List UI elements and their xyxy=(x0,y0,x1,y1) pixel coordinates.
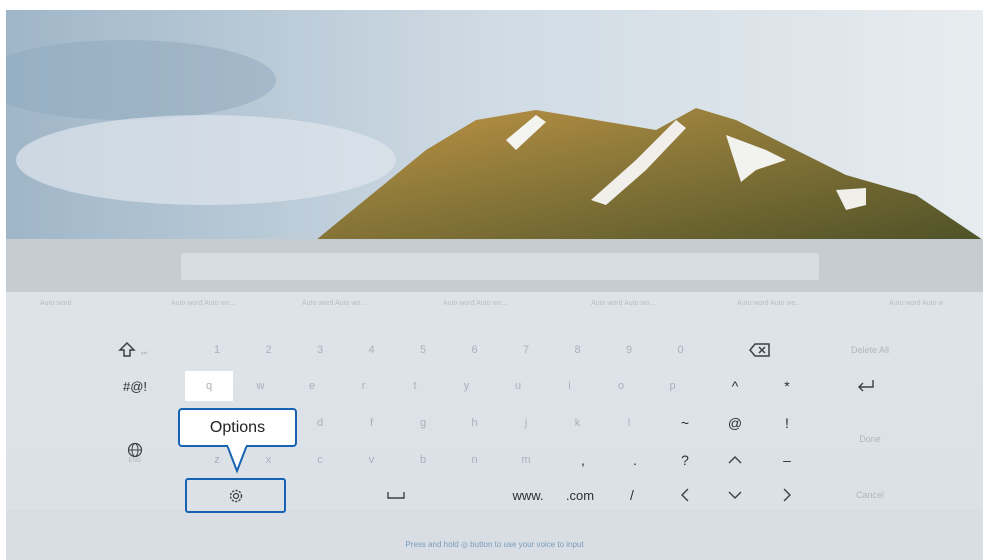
letter-key[interactable]: u xyxy=(494,371,542,401)
caret-up-key[interactable] xyxy=(711,445,759,475)
right-arrow-key[interactable] xyxy=(763,480,811,510)
backspace-key[interactable] xyxy=(738,335,782,365)
letter-key[interactable]: m xyxy=(502,445,550,475)
punct-key[interactable]: ! xyxy=(763,408,811,438)
punct-key[interactable]: ^ xyxy=(711,371,759,401)
backspace-icon xyxy=(749,343,770,357)
suggestion-item[interactable]: Auto word Auto wo... xyxy=(302,300,366,307)
letter-key[interactable]: y xyxy=(443,371,491,401)
delete-all-key[interactable]: Delete All xyxy=(830,335,910,365)
symbols-key[interactable]: #@! xyxy=(111,371,159,401)
letter-key[interactable]: r xyxy=(340,371,388,401)
letter-key[interactable]: w xyxy=(237,371,285,401)
letter-key[interactable]: 1 xyxy=(193,335,241,365)
letter-key[interactable]: b xyxy=(399,445,447,475)
suggestion-item[interactable]: Auto word Auto w xyxy=(889,300,943,307)
letter-key[interactable]: v xyxy=(348,445,396,475)
letter-key[interactable]: 8 xyxy=(554,335,602,365)
cancel-key[interactable]: Cancel xyxy=(830,480,910,510)
gear-icon xyxy=(229,489,242,502)
language-key[interactable]: ENG xyxy=(111,438,159,468)
enter-icon xyxy=(858,380,874,392)
shift-icon: ⏭ xyxy=(118,341,148,357)
letter-key[interactable]: p xyxy=(649,371,697,401)
options-button[interactable] xyxy=(185,478,286,513)
suggestion-item[interactable]: Auto word Auto wo... xyxy=(443,300,507,307)
tv-screen: Auto word Auto word Auto wo... Auto word… xyxy=(6,10,983,560)
letter-key[interactable]: 7 xyxy=(502,335,550,365)
letter-key[interactable]: 2 xyxy=(245,335,293,365)
letter-key[interactable]: t xyxy=(391,371,439,401)
punct-key[interactable]: . xyxy=(611,445,659,475)
letter-key[interactable]: n xyxy=(451,445,499,475)
letter-key[interactable]: i xyxy=(546,371,594,401)
punct-key[interactable]: , xyxy=(559,445,607,475)
svg-text:⏭: ⏭ xyxy=(141,350,148,357)
suggestion-item[interactable]: Auto word Auto wo... xyxy=(171,300,235,307)
letter-key[interactable]: c xyxy=(296,445,344,475)
punct-key[interactable]: ~ xyxy=(661,408,709,438)
punct-key[interactable]: * xyxy=(763,371,811,401)
letter-key[interactable]: l xyxy=(605,408,653,438)
letter-key[interactable]: k xyxy=(554,408,602,438)
done-key[interactable]: Done xyxy=(830,424,910,454)
dotcom-key[interactable]: .com xyxy=(556,480,604,510)
letter-key[interactable]: d xyxy=(296,408,344,438)
down-arrow-key[interactable] xyxy=(711,480,759,510)
letter-key[interactable]: q xyxy=(185,371,233,401)
punct-key[interactable]: @ xyxy=(711,408,759,438)
letter-key[interactable]: j xyxy=(502,408,550,438)
shift-key[interactable]: ⏭ xyxy=(111,335,159,365)
space-icon xyxy=(387,492,405,499)
letter-key[interactable]: o xyxy=(597,371,645,401)
suggestion-bar: Auto word Auto word Auto wo... Auto word… xyxy=(6,292,983,318)
tooltip-label: Options xyxy=(209,418,266,436)
letter-key[interactable]: 6 xyxy=(451,335,499,365)
letter-key[interactable]: 5 xyxy=(399,335,447,365)
language-label: ENG xyxy=(128,458,142,464)
options-tooltip: Options xyxy=(178,408,297,447)
tooltip-pointer xyxy=(226,445,248,474)
punct-key[interactable]: ? xyxy=(661,445,709,475)
enter-key[interactable] xyxy=(836,371,896,401)
chevron-up-icon xyxy=(728,456,742,464)
left-arrow-key[interactable] xyxy=(661,480,709,510)
letter-key[interactable]: 0 xyxy=(657,335,705,365)
letter-key[interactable]: e xyxy=(288,371,336,401)
letter-key[interactable]: 3 xyxy=(296,335,344,365)
globe-icon xyxy=(127,442,143,458)
chevron-right-icon xyxy=(783,488,791,502)
slash-key[interactable]: / xyxy=(608,480,656,510)
suggestion-item[interactable]: Auto word Auto wo... xyxy=(737,300,801,307)
chevron-down-icon xyxy=(728,491,742,499)
suggestion-item[interactable]: Auto word Auto wo... xyxy=(591,300,655,307)
letter-key[interactable]: f xyxy=(348,408,396,438)
letter-key[interactable]: x xyxy=(245,445,293,475)
text-input-field[interactable] xyxy=(181,253,819,280)
letter-key[interactable]: h xyxy=(451,408,499,438)
voice-hint: Press and hold ◎ button to use your voic… xyxy=(405,540,584,549)
space-key[interactable] xyxy=(372,480,420,510)
suggestion-item[interactable]: Auto word xyxy=(40,300,72,307)
chevron-left-icon xyxy=(681,488,689,502)
letter-key[interactable]: 4 xyxy=(348,335,396,365)
www-key[interactable]: www. xyxy=(504,480,552,510)
dash-key[interactable]: – xyxy=(763,445,811,475)
letter-key[interactable]: g xyxy=(399,408,447,438)
letter-key[interactable]: 9 xyxy=(605,335,653,365)
